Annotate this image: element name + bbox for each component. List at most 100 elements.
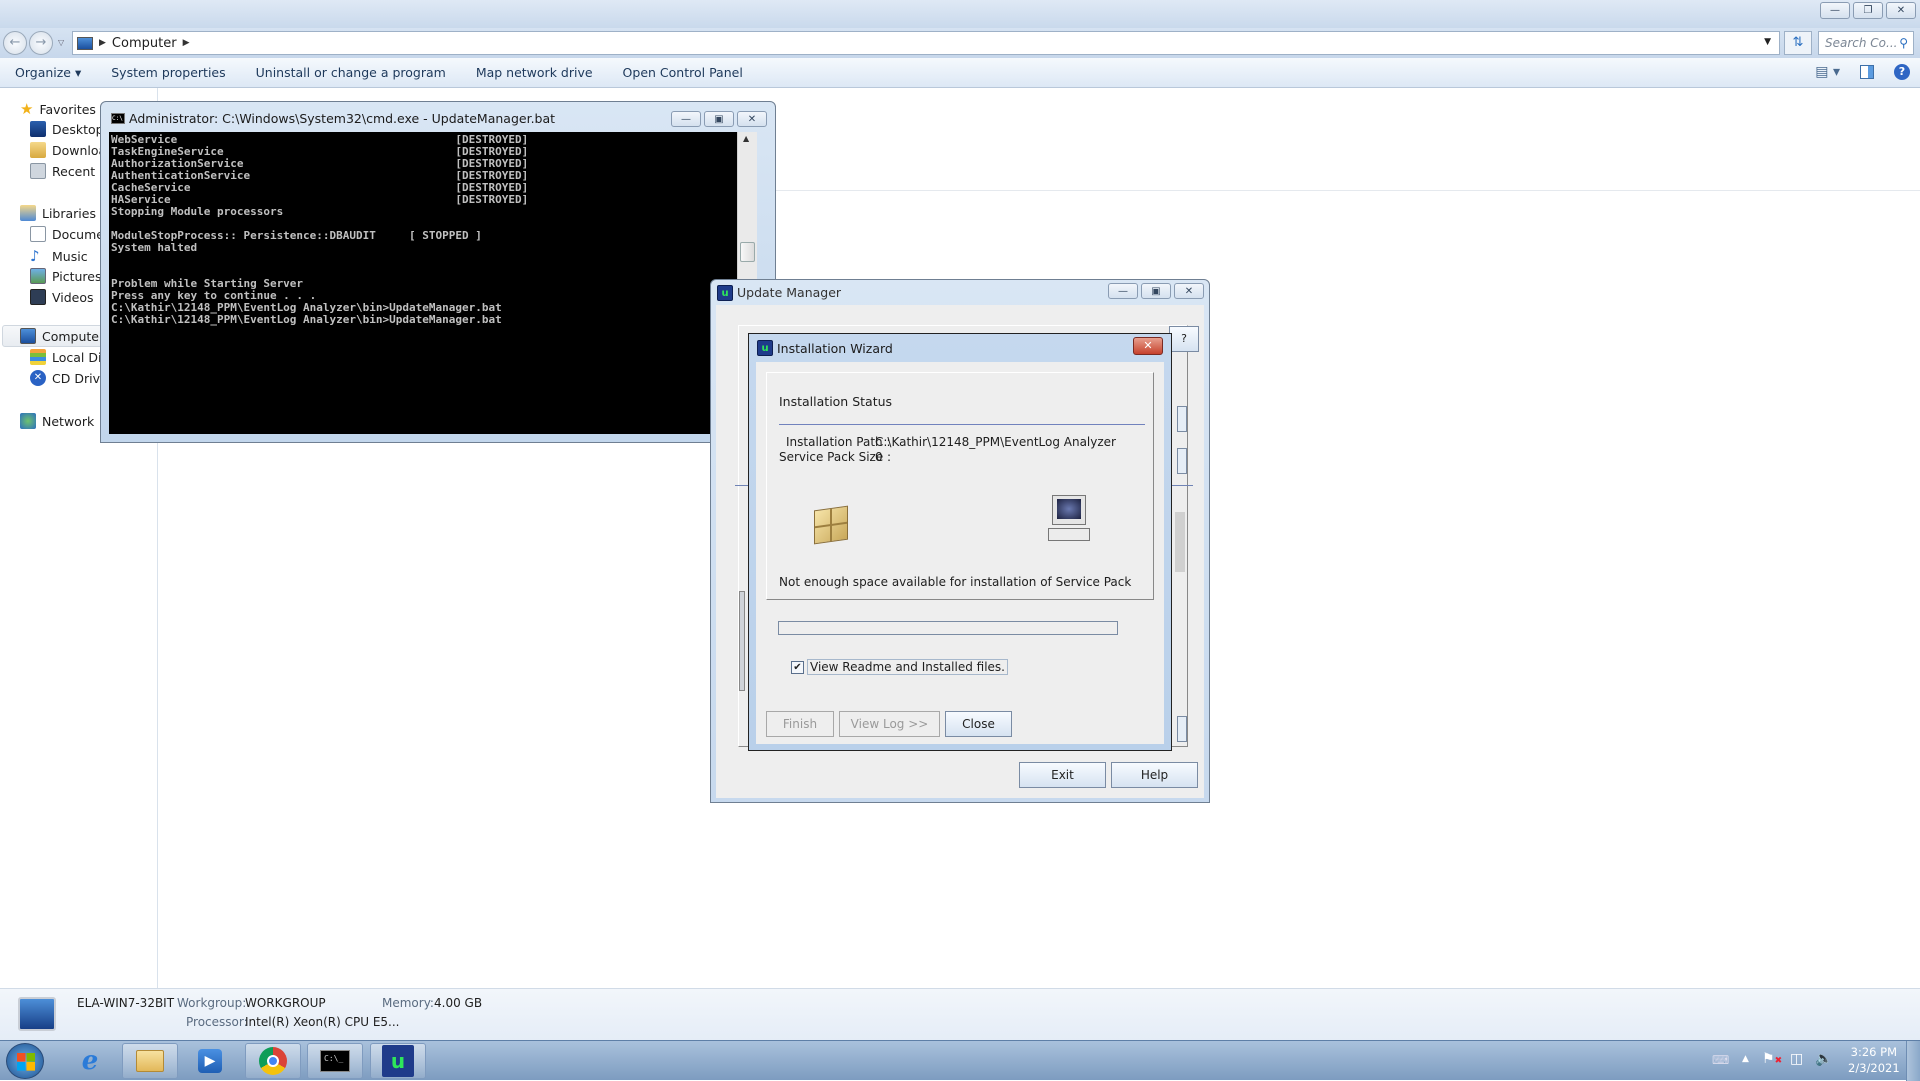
- console-line: ModuleStopProcess:: Persistence::DBAUDIT…: [111, 229, 482, 242]
- organize-menu[interactable]: Organize ▾: [0, 65, 96, 80]
- um-side-button[interactable]: [1177, 448, 1187, 474]
- downloads-folder-icon: [30, 142, 46, 158]
- taskbar-windows-explorer[interactable]: [122, 1043, 178, 1079]
- system-properties-button[interactable]: System properties: [96, 65, 240, 80]
- view-readme-checkbox[interactable]: ✔: [791, 660, 804, 674]
- libraries-icon: [20, 205, 36, 221]
- restore-button[interactable]: ❐: [1853, 2, 1883, 19]
- address-bar[interactable]: ▶ Computer ▶ ▼: [72, 31, 1780, 55]
- um-minimize-button[interactable]: —: [1108, 283, 1138, 299]
- installation-status-heading: Installation Status: [779, 394, 893, 409]
- cmd-maximize-button[interactable]: ▣: [704, 111, 734, 127]
- um-side-button[interactable]: [1177, 406, 1187, 432]
- search-icon: ⚲: [1899, 36, 1908, 50]
- minimize-button[interactable]: —: [1820, 2, 1850, 19]
- network-tray-icon[interactable]: ◫: [1790, 1051, 1803, 1067]
- taskbar-media-player[interactable]: ▶: [182, 1043, 238, 1079]
- help-button[interactable]: Help: [1111, 762, 1198, 788]
- close-dialog-button[interactable]: Close: [945, 711, 1012, 737]
- show-hidden-icons[interactable]: ▲: [1742, 1054, 1749, 1064]
- start-button[interactable]: [6, 1043, 44, 1079]
- change-view-icon[interactable]: ▤ ▾: [1815, 64, 1840, 80]
- installation-path-value: C:\Kathir\12148_PPM\EventLog Analyzer: [875, 435, 1116, 449]
- computer-icon: [20, 328, 36, 344]
- view-readme-checkbox-row[interactable]: ✔ View Readme and Installed files.: [791, 659, 1008, 675]
- service-pack-size-value: 0: [875, 450, 883, 464]
- processor-label: Processor:: [186, 1015, 248, 1029]
- taskbar: e ▶ C:\_ u ⌨ ▲ ⚑✖ ◫ 🔈 3:26 PM 2/3/2021: [0, 1040, 1920, 1081]
- search-input[interactable]: Search Co... ⚲: [1818, 31, 1914, 55]
- update-manager-app-icon: u: [717, 285, 733, 301]
- cmd-icon: C:\: [111, 113, 125, 124]
- music-icon: ♪: [30, 247, 40, 265]
- recent-pages-dropdown[interactable]: ▽: [58, 38, 64, 47]
- uninstall-program-button[interactable]: Uninstall or change a program: [241, 65, 461, 80]
- cmd-close-button[interactable]: ✕: [737, 111, 767, 127]
- sidebar-item-videos[interactable]: Videos: [30, 289, 94, 305]
- address-dropdown-icon[interactable]: ▼: [1764, 37, 1771, 47]
- console-line: Stopping Module processors: [111, 205, 284, 218]
- volume-icon[interactable]: 🔈: [1815, 1051, 1832, 1067]
- desktop-icon: [30, 121, 46, 137]
- console-line: C:\Kathir\12148_PPM\EventLog Analyzer\bi…: [111, 313, 502, 326]
- sidebar-computer[interactable]: Computer: [20, 328, 104, 344]
- pictures-icon: [30, 268, 46, 284]
- star-icon: ★: [20, 100, 34, 118]
- sidebar-item-music[interactable]: ♪ Music: [30, 247, 88, 265]
- refresh-button[interactable]: ⇅: [1784, 31, 1812, 55]
- sidebar-item-desktop[interactable]: Desktop: [30, 121, 104, 137]
- um-side-button[interactable]: [1177, 716, 1187, 742]
- map-network-drive-button[interactable]: Map network drive: [461, 65, 608, 80]
- sidebar-network[interactable]: Network: [20, 413, 94, 429]
- back-button[interactable]: ←: [3, 31, 27, 55]
- keyboard-icon[interactable]: ⌨: [1712, 1053, 1729, 1067]
- sidebar-favorites[interactable]: ★ Favorites: [20, 100, 96, 118]
- um-close-button[interactable]: ✕: [1174, 283, 1204, 299]
- preview-pane-icon[interactable]: [1860, 65, 1874, 79]
- clock[interactable]: 3:26 PM 2/3/2021: [1848, 1044, 1900, 1076]
- sidebar-libraries[interactable]: Libraries: [20, 205, 96, 221]
- processor-value: Intel(R) Xeon(R) CPU E5...: [245, 1015, 400, 1029]
- um-left-scroll[interactable]: [739, 591, 745, 691]
- workgroup-value: WORKGROUP: [245, 996, 326, 1010]
- cmd-window[interactable]: C:\ Administrator: C:\Windows\System32\c…: [100, 101, 776, 443]
- command-bar: Organize ▾ System properties Uninstall o…: [0, 58, 1920, 88]
- view-readme-label[interactable]: View Readme and Installed files.: [807, 659, 1008, 675]
- close-button[interactable]: ✕: [1886, 2, 1916, 19]
- sidebar-item-pictures[interactable]: Pictures: [30, 268, 102, 284]
- exit-button[interactable]: Exit: [1019, 762, 1106, 788]
- taskbar-update-manager[interactable]: u: [370, 1043, 426, 1079]
- breadcrumb-chevron-icon[interactable]: ▶: [183, 38, 190, 48]
- taskbar-cmd[interactable]: C:\_: [307, 1043, 363, 1079]
- clock-date: 2/3/2021: [1848, 1061, 1900, 1075]
- um-maximize-button[interactable]: ▣: [1141, 283, 1171, 299]
- cmd-minimize-button[interactable]: —: [671, 111, 701, 127]
- wizard-close-button[interactable]: ✕: [1133, 337, 1163, 355]
- action-center-flag-icon[interactable]: ⚑✖: [1762, 1051, 1782, 1067]
- view-log-button[interactable]: View Log >>: [839, 711, 940, 737]
- target-computer-icon: [1048, 495, 1090, 543]
- media-player-icon: ▶: [198, 1049, 222, 1073]
- scrollbar-thumb[interactable]: [740, 242, 755, 262]
- memory-value: 4.00 GB: [434, 996, 483, 1010]
- folder-icon: [136, 1050, 164, 1072]
- windows-logo-icon: [17, 1053, 35, 1071]
- scroll-up-icon[interactable]: ▲: [743, 134, 749, 143]
- internet-explorer-icon: e: [81, 1046, 99, 1076]
- show-desktop-button[interactable]: [1906, 1041, 1920, 1081]
- network-icon: [20, 413, 36, 429]
- finish-button[interactable]: Finish: [766, 711, 834, 737]
- sidebar-item-cd-drive[interactable]: ✕ CD Drive: [30, 370, 108, 386]
- installation-wizard-dialog[interactable]: u Installation Wizard ✕ Installation Sta…: [748, 333, 1172, 751]
- memory-label: Memory:: [382, 996, 434, 1010]
- open-control-panel-button[interactable]: Open Control Panel: [608, 65, 758, 80]
- forward-button[interactable]: →: [29, 31, 53, 55]
- help-icon[interactable]: ?: [1894, 64, 1910, 80]
- heading-separator: [779, 424, 1145, 425]
- taskbar-internet-explorer[interactable]: e: [62, 1043, 118, 1079]
- breadcrumb-computer[interactable]: Computer: [112, 36, 177, 51]
- um-context-help-button[interactable]: ?: [1169, 326, 1199, 352]
- taskbar-chrome[interactable]: [245, 1043, 301, 1079]
- search-placeholder: Search Co...: [1825, 36, 1898, 50]
- console-output[interactable]: WebService [DESTROYED] TaskEngineService …: [109, 132, 737, 434]
